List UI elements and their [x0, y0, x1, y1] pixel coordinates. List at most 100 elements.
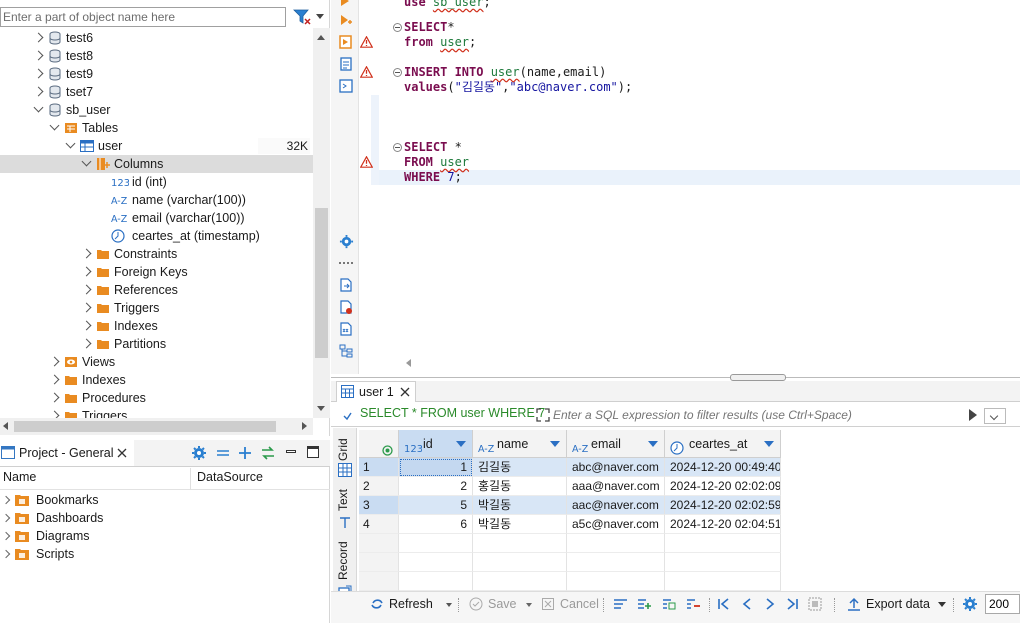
console-icon[interactable] [339, 79, 353, 93]
chevron-down-icon[interactable] [33, 102, 44, 113]
project-item-diagrams[interactable]: Diagrams [0, 527, 330, 545]
cell-id[interactable]: 5 [399, 496, 473, 515]
last-page-icon[interactable] [785, 598, 799, 610]
scroll-up-icon[interactable] [317, 35, 325, 40]
chevron-right-icon[interactable] [81, 284, 92, 295]
export-data-icon[interactable] [847, 597, 861, 611]
column-datasource-header[interactable]: DataSource [197, 470, 263, 484]
execute-in-new-tab-icon[interactable] [340, 14, 352, 26]
code-line[interactable]: values("김길동","abc@naver.com"); [404, 80, 632, 95]
code-line[interactable]: SELECT * [404, 140, 462, 155]
tree-node-folder[interactable]: Constraints [0, 245, 313, 263]
chevron-right-icon[interactable] [1, 513, 11, 523]
sort-dropdown-icon[interactable] [456, 441, 466, 447]
code-line[interactable]: SELECT* [404, 20, 455, 35]
scroll-down-icon[interactable] [317, 406, 325, 411]
tree-node-folder[interactable]: Indexes [0, 317, 313, 335]
tree-node-tables-folder[interactable]: Tables [0, 119, 313, 137]
code-line[interactable]: use sb_user; [404, 0, 491, 10]
tree-node-text-column[interactable]: A-Z email (varchar(100)) [0, 209, 313, 227]
close-icon[interactable] [117, 448, 127, 458]
delete-row-icon[interactable] [686, 598, 701, 610]
chevron-right-icon[interactable] [81, 302, 92, 313]
tree-node-database[interactable]: tset7 [0, 83, 313, 101]
cancel-icon[interactable] [542, 598, 554, 610]
tree-node-folder[interactable]: Triggers [0, 407, 313, 418]
format-sql-icon[interactable] [339, 322, 353, 336]
tree-node-folder[interactable]: Foreign Keys [0, 263, 313, 281]
cell-id[interactable]: 1 [399, 458, 473, 477]
chevron-down-icon[interactable] [49, 120, 60, 131]
tab-project-general[interactable]: Project - General [0, 440, 134, 466]
chevron-right-icon[interactable] [81, 248, 92, 259]
tree-node-folder[interactable]: Procedures [0, 389, 313, 407]
sync-icon[interactable] [260, 446, 276, 460]
warning-icon[interactable] [359, 35, 374, 48]
cell-id[interactable]: 2 [399, 477, 473, 496]
filter-history-dropdown[interactable] [984, 408, 1006, 424]
next-page-icon[interactable] [764, 598, 776, 610]
new-script-icon[interactable] [339, 300, 353, 314]
cell-name[interactable]: 박길동 [473, 496, 567, 515]
cell-name[interactable]: 김길동 [473, 458, 567, 477]
refresh-button[interactable]: Refresh [389, 597, 433, 611]
tree-node-folder[interactable]: Triggers [0, 299, 313, 317]
column-header-name[interactable]: A-Z name [473, 430, 567, 458]
project-item-dashboards[interactable]: Dashboards [0, 509, 330, 527]
apply-filter-icon[interactable] [969, 409, 977, 421]
tree-node-folder[interactable]: Partitions [0, 335, 313, 353]
cell-ceartes-at[interactable]: 2024-12-20 02:02:59 [665, 496, 781, 515]
chevron-down-icon[interactable] [65, 138, 76, 149]
expand-icon[interactable] [536, 408, 550, 422]
cell-ceartes-at[interactable]: 2024-12-20 02:04:51 [665, 515, 781, 534]
chevron-right-icon[interactable] [81, 320, 92, 331]
execute-statement-icon[interactable] [340, 0, 350, 6]
navigator-horizontal-scroll-thumb[interactable] [14, 421, 276, 432]
save-icon[interactable] [469, 597, 483, 611]
export-dropdown-icon[interactable] [938, 602, 946, 607]
export-icon[interactable] [339, 278, 353, 292]
tree-node-num-column[interactable]: 123 id (int) [0, 173, 313, 191]
code-line[interactable]: from user; [404, 35, 476, 50]
tree-node-views-folder[interactable]: Views [0, 353, 313, 371]
project-item-scripts[interactable]: Scripts [0, 545, 330, 563]
explain-plan-icon[interactable] [339, 57, 353, 71]
fold-collapse-icon[interactable] [393, 68, 402, 77]
cell-name[interactable]: 홍길동 [473, 477, 567, 496]
editor-horizontal-scrollbar[interactable] [402, 356, 1020, 371]
cell-email[interactable]: a5c@naver.com [567, 515, 665, 534]
minimize-icon[interactable] [286, 448, 296, 456]
row-number-cell[interactable]: 1 [359, 458, 399, 477]
copy-row-icon[interactable] [662, 598, 677, 610]
collapse-all-icon[interactable] [216, 449, 230, 457]
chevron-right-icon[interactable] [49, 410, 60, 418]
result-filter-input[interactable] [553, 405, 963, 424]
editor-results-splitter[interactable] [331, 374, 1020, 381]
previous-page-icon[interactable] [741, 598, 753, 610]
maximize-icon[interactable] [307, 446, 319, 458]
tab-grid[interactable]: Grid [333, 428, 357, 468]
project-item-bookmarks[interactable]: Bookmarks [0, 491, 330, 509]
refresh-dropdown-icon[interactable] [446, 603, 452, 607]
code-line[interactable]: WHERE 7; [404, 170, 462, 185]
row-number-cell[interactable]: 3 [359, 496, 399, 515]
tree-node-text-column[interactable]: A-Z name (varchar(100)) [0, 191, 313, 209]
navigator-vertical-scroll-thumb[interactable] [315, 208, 328, 358]
link-editor-icon[interactable] [238, 446, 252, 460]
chevron-right-icon[interactable] [49, 392, 60, 403]
cell-id[interactable]: 6 [399, 515, 473, 534]
query-text[interactable]: SELECT * FROM user WHERE 7 [360, 406, 545, 420]
fold-collapse-icon[interactable] [393, 143, 402, 152]
grid-settings-gear-icon[interactable] [962, 596, 978, 612]
sql-editor[interactable] [331, 0, 1020, 378]
column-name-header[interactable]: Name [3, 470, 36, 484]
execute-script-icon[interactable] [339, 35, 353, 49]
refresh-icon[interactable] [370, 597, 384, 611]
scroll-left-icon[interactable] [406, 359, 411, 367]
warning-icon[interactable] [359, 65, 374, 78]
gear-icon[interactable] [191, 445, 207, 461]
chevron-right-icon[interactable] [33, 68, 44, 79]
tree-node-folder[interactable]: References [0, 281, 313, 299]
cell-ceartes-at[interactable]: 2024-12-20 02:02:09 [665, 477, 781, 496]
row-number-cell[interactable]: 2 [359, 477, 399, 496]
